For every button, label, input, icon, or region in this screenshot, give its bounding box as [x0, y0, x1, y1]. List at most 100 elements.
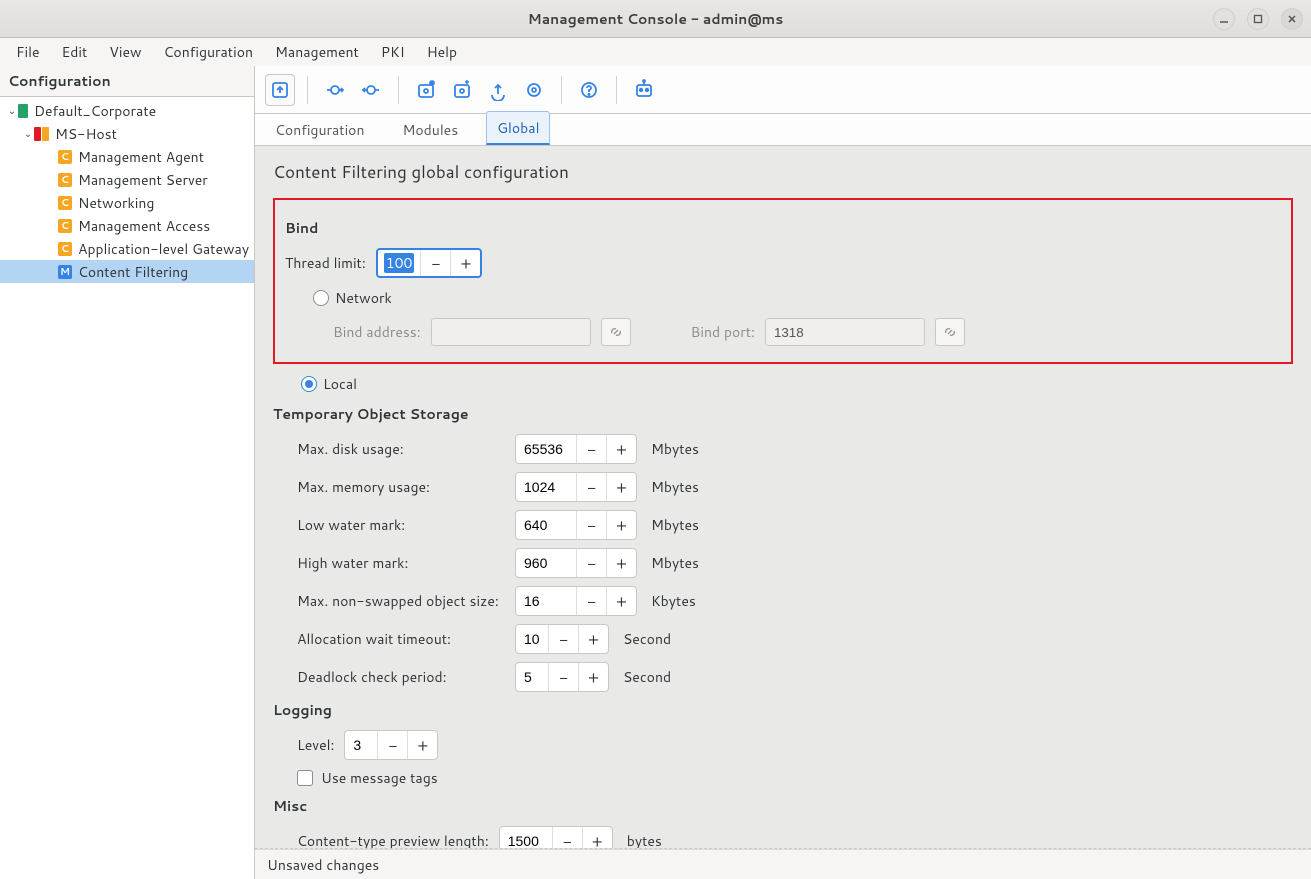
storage-label: Deadlock check period:	[297, 667, 505, 687]
toolbar-separator	[307, 76, 308, 104]
commit-button[interactable]	[320, 74, 350, 106]
use-message-tags-row[interactable]: Use message tags	[297, 768, 1293, 788]
radio-local-row[interactable]: Local	[301, 374, 1293, 394]
storage-unit: Mbytes	[651, 477, 699, 497]
component-badge-icon: C	[58, 196, 72, 210]
storage-input[interactable]	[516, 587, 576, 615]
upload-button[interactable]	[483, 74, 513, 106]
thread-limit-spinner[interactable]: 100 − +	[376, 248, 483, 278]
radio-local[interactable]	[301, 376, 317, 392]
increment-button[interactable]: +	[578, 663, 608, 691]
minimize-button[interactable]	[1213, 8, 1235, 30]
use-message-tags-checkbox[interactable]	[297, 770, 313, 786]
host-icon	[34, 127, 49, 141]
statusbar: Unsaved changes	[255, 849, 1311, 879]
storage-spinner[interactable]: − +	[515, 472, 637, 502]
chevron-down-icon: ⌄	[22, 127, 34, 141]
logging-level-input[interactable]	[345, 731, 377, 759]
help-button[interactable]	[574, 74, 604, 106]
tree-item[interactable]: C Networking	[0, 191, 254, 214]
decrement-button[interactable]: −	[576, 435, 606, 463]
view-config-button[interactable]	[411, 74, 441, 106]
decrement-button[interactable]: −	[420, 250, 450, 276]
storage-input[interactable]	[516, 473, 576, 501]
menu-help[interactable]: Help	[417, 38, 467, 66]
increment-button[interactable]: +	[606, 549, 636, 577]
section-label: Bind	[285, 218, 1273, 238]
menu-edit[interactable]: Edit	[52, 38, 98, 66]
menu-pki[interactable]: PKI	[371, 38, 415, 66]
storage-input[interactable]	[516, 549, 576, 577]
decrement-button[interactable]: −	[576, 587, 606, 615]
toolbar-separator	[561, 76, 562, 104]
window: Management Console - admin@ms File Edit …	[0, 0, 1311, 879]
zone-icon	[18, 104, 28, 118]
storage-spinner[interactable]: − +	[515, 586, 637, 616]
tab-global[interactable]: Global	[486, 111, 550, 145]
storage-input[interactable]	[516, 511, 576, 539]
radio-network[interactable]	[313, 290, 329, 306]
storage-input[interactable]	[516, 625, 548, 653]
radio-network-row[interactable]: Network	[313, 288, 1273, 308]
menu-management[interactable]: Management	[265, 38, 369, 66]
menu-view[interactable]: View	[99, 38, 151, 66]
increment-button[interactable]: +	[606, 511, 636, 539]
storage-spinner[interactable]: − +	[515, 662, 609, 692]
link-icon[interactable]	[935, 318, 965, 346]
misc-preview-input[interactable]	[500, 827, 552, 849]
increment-button[interactable]: +	[606, 435, 636, 463]
tree-item-label: Content Filtering	[76, 262, 188, 282]
tree-root[interactable]: ⌄ Default_Corporate	[0, 99, 254, 122]
increment-button[interactable]: +	[450, 250, 480, 276]
storage-input[interactable]	[516, 663, 548, 691]
increment-button[interactable]: +	[582, 827, 612, 849]
robot-button[interactable]	[629, 74, 659, 106]
tree-item[interactable]: C Management Access	[0, 214, 254, 237]
storage-grid: Max. disk usage: − + Mbytes Max. memory …	[273, 434, 1293, 692]
settings-button[interactable]	[519, 74, 549, 106]
tab-configuration[interactable]: Configuration	[265, 114, 375, 145]
tab-modules[interactable]: Modules	[393, 114, 469, 145]
decrement-button[interactable]: −	[576, 511, 606, 539]
bind-port-input	[765, 318, 925, 346]
decrement-button[interactable]: −	[552, 827, 582, 849]
decrement-button[interactable]: −	[576, 473, 606, 501]
misc-preview-unit: bytes	[627, 831, 662, 849]
decrement-button[interactable]: −	[548, 625, 578, 653]
component-badge-icon: C	[58, 219, 72, 233]
decrement-button[interactable]: −	[548, 663, 578, 691]
storage-spinner[interactable]: − +	[515, 434, 637, 464]
increment-button[interactable]: +	[606, 473, 636, 501]
tree-host[interactable]: ⌄ MS-Host	[0, 122, 254, 145]
tree-item-label: Management Server	[76, 170, 208, 190]
decrement-button[interactable]: −	[576, 549, 606, 577]
maximize-button[interactable]	[1247, 8, 1269, 30]
link-icon[interactable]	[601, 318, 631, 346]
storage-input[interactable]	[516, 435, 576, 463]
compare-config-button[interactable]	[447, 74, 477, 106]
menu-configuration[interactable]: Configuration	[154, 38, 264, 66]
misc-preview-spinner[interactable]: − +	[499, 826, 613, 849]
close-button[interactable]	[1281, 8, 1303, 30]
storage-unit: Mbytes	[651, 439, 699, 459]
storage-row: Max. non-swapped object size: − + Kbytes	[297, 586, 1293, 616]
menu-file[interactable]: File	[6, 38, 50, 66]
increment-button[interactable]: +	[407, 731, 437, 759]
tree-item[interactable]: C Application-level Gateway	[0, 237, 254, 260]
decrement-button[interactable]: −	[377, 731, 407, 759]
tree-item-label: Management Agent	[76, 147, 204, 167]
logging-level-spinner[interactable]: − +	[344, 730, 438, 760]
revert-button[interactable]	[356, 74, 386, 106]
radio-network-label: Network	[335, 288, 392, 308]
storage-spinner[interactable]: − +	[515, 510, 637, 540]
tree-item[interactable]: C Management Agent	[0, 145, 254, 168]
misc-preview-row: Content-type preview length: − + bytes	[297, 826, 1293, 849]
tree-item[interactable]: C Management Server	[0, 168, 254, 191]
increment-button[interactable]: +	[606, 587, 636, 615]
storage-spinner[interactable]: − +	[515, 624, 609, 654]
increment-button[interactable]: +	[578, 625, 608, 653]
up-button[interactable]	[265, 74, 295, 106]
storage-spinner[interactable]: − +	[515, 548, 637, 578]
storage-row: Allocation wait timeout: − + Second	[297, 624, 1293, 654]
tree-item-selected[interactable]: M Content Filtering	[0, 260, 254, 283]
